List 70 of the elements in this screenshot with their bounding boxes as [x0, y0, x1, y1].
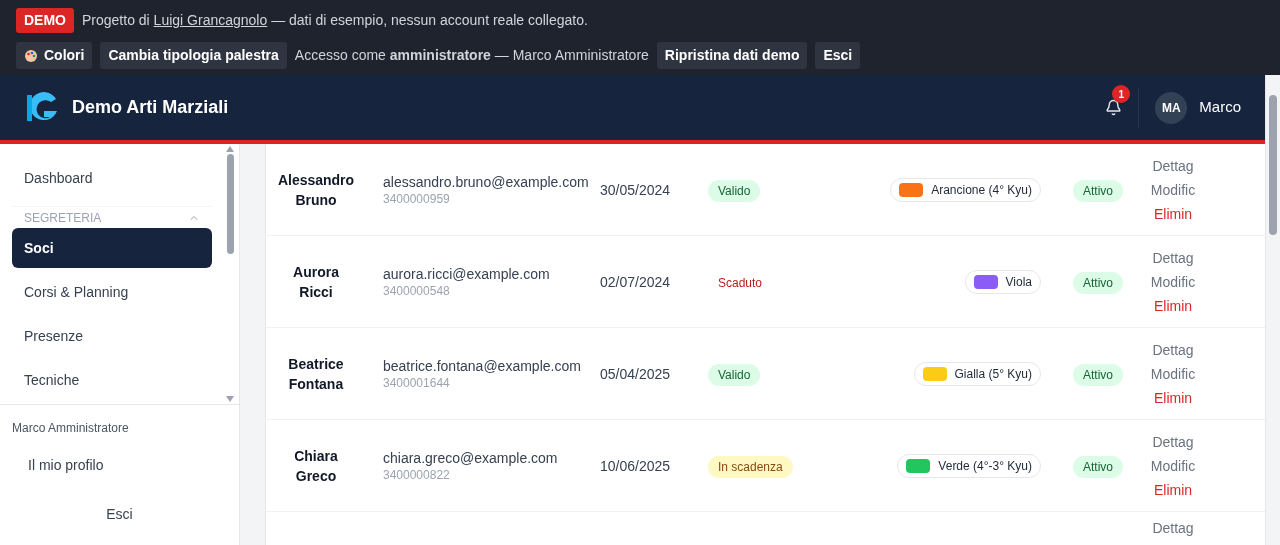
member-name: Chiara Greco	[293, 446, 339, 486]
row-action-link[interactable]: Elimin	[1153, 479, 1193, 500]
member-phone: 3400000548	[383, 282, 451, 299]
sidebar-user-label: Marco Amministratore	[11, 420, 130, 437]
member-email: aurora.ricci@example.com	[383, 264, 551, 283]
row-action-link[interactable]: Modific	[1150, 363, 1196, 384]
row-action-link[interactable]: Dettag	[1152, 155, 1194, 176]
member-status: Attivo	[1073, 179, 1123, 202]
row-action-link[interactable]: Elimin	[1153, 203, 1193, 224]
sidebar-item[interactable]: Dashboard	[12, 158, 212, 198]
reset-demo-button[interactable]: Ripristina dati demo	[656, 42, 808, 69]
member-name: Beatrice Fontana	[287, 354, 345, 394]
expiry-date: 05/04/2025	[600, 365, 671, 382]
app-title: Demo Arti Marziali	[72, 96, 229, 119]
notifications-icon[interactable]	[1105, 99, 1123, 116]
scroll-down-icon[interactable]	[226, 396, 234, 402]
sidebar-item[interactable]: Presenze	[12, 316, 212, 356]
sidebar-scrollbar[interactable]	[224, 144, 236, 404]
switch-gym-type-button[interactable]: Cambia tipologia palestra	[100, 42, 287, 69]
row-action-link[interactable]: Dettag	[1152, 518, 1194, 538]
certificate-status: Valido	[708, 179, 761, 202]
sidebar-item[interactable]: Soci	[12, 228, 212, 268]
member-name: Alessandro Bruno	[276, 170, 356, 210]
member-phone: 3400000822	[383, 466, 451, 483]
sidebar-item[interactable]: Tecniche	[12, 360, 212, 400]
section-header: SEGRETERIA	[24, 209, 102, 227]
certificate-status: Valido	[708, 363, 761, 386]
row-action-link[interactable]: Dettag	[1152, 247, 1194, 268]
row-action-link[interactable]: Modific	[1150, 455, 1196, 476]
row-action-link[interactable]: Modific	[1150, 271, 1196, 292]
colors-button[interactable]: Colori	[16, 42, 93, 69]
expiry-date: 02/07/2024	[600, 273, 671, 290]
palette-icon	[24, 48, 38, 63]
page-scrollbar[interactable]	[1265, 75, 1280, 545]
member-status: Attivo	[1073, 271, 1123, 294]
belt-tag: Viola	[964, 269, 1041, 294]
belt-tag: Verde (4°-3° Kyu)	[897, 453, 1041, 478]
row-action-link[interactable]: Elimin	[1153, 295, 1193, 316]
author-link[interactable]: Luigi Grancagnolo	[153, 12, 268, 28]
scrollbar-thumb[interactable]	[226, 154, 234, 254]
row-action-link[interactable]: Modific	[1150, 179, 1196, 200]
user-avatar[interactable]: MA	[1155, 91, 1188, 124]
expiry-date: 10/06/2025	[600, 457, 671, 474]
exit-demo-button[interactable]: Esci	[815, 42, 861, 69]
member-status: Attivo	[1073, 455, 1123, 478]
access-info: Accesso come amministratore — Marco Amministratore	[294, 46, 649, 65]
belt-tag: Arancione (4° Kyu)	[890, 177, 1041, 202]
member-phone: 3400000959	[383, 190, 451, 207]
expiry-date: 30/05/2024	[600, 181, 671, 198]
member-name: Aurora Ricci	[292, 262, 340, 302]
scrollbar-thumb[interactable]	[1269, 95, 1277, 235]
belt-tag: Gialla (5° Kyu)	[913, 361, 1041, 386]
row-action-link[interactable]: Dettag	[1152, 339, 1194, 360]
logout-link[interactable]: Esci	[106, 504, 133, 525]
member-email: chiara.greco@example.com	[383, 448, 559, 467]
notification-count: 1	[1112, 85, 1131, 103]
row-action-link[interactable]: Elimin	[1153, 387, 1193, 408]
demo-badge: DEMO	[16, 8, 74, 33]
user-name[interactable]: Marco	[1199, 96, 1241, 119]
certificate-status: Scaduto	[717, 274, 764, 292]
demo-notice: Progetto di Luigi Grancagnolo — dati di esempio, nessun account reale collegato.	[82, 11, 588, 30]
member-phone: 3400001644	[383, 374, 451, 391]
member-email: beatrice.fontana@example.com	[383, 356, 582, 375]
scroll-up-icon[interactable]	[226, 146, 234, 152]
member-status: Attivo	[1073, 363, 1123, 386]
member-email: alessandro.bruno@example.com	[383, 172, 590, 191]
profile-link[interactable]: Il mio profilo	[28, 455, 239, 476]
row-action-link[interactable]: Dettag	[1152, 431, 1194, 452]
sidebar-item[interactable]: Corsi & Planning	[12, 272, 212, 312]
certificate-status: In scadenza	[708, 455, 793, 478]
